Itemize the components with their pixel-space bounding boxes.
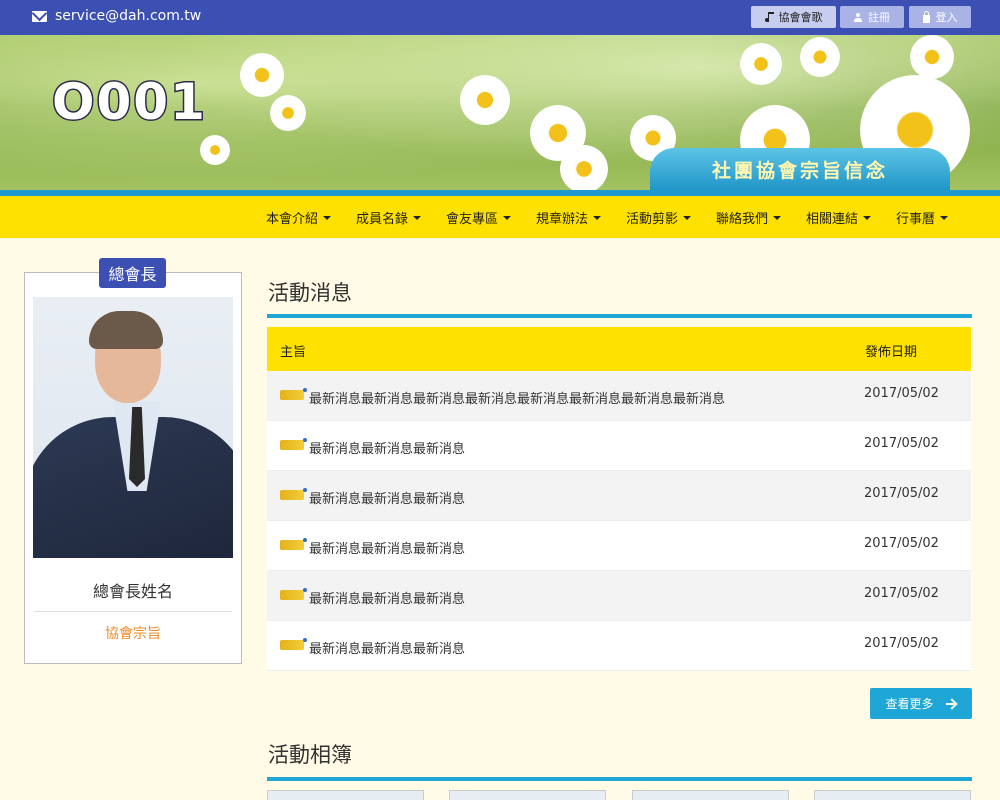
album-thumbnail[interactable] bbox=[449, 790, 606, 800]
caret-down-icon bbox=[773, 215, 782, 220]
news-date: 2017/05/02 bbox=[864, 586, 939, 601]
daisy-decoration bbox=[200, 135, 230, 165]
daisy-decoration bbox=[800, 37, 840, 77]
site-logo[interactable]: O001 bbox=[51, 72, 207, 133]
news-section-title: 活動消息 bbox=[268, 281, 352, 305]
news-subject[interactable]: 最新消息最新消息最新消息 bbox=[309, 438, 465, 457]
news-subject[interactable]: 最新消息最新消息最新消息 bbox=[309, 538, 465, 557]
caret-down-icon bbox=[503, 215, 512, 220]
envelope-icon bbox=[32, 10, 47, 22]
caret-down-icon bbox=[863, 215, 872, 220]
daisy-decoration bbox=[460, 75, 510, 125]
view-more-button[interactable]: 查看更多 bbox=[870, 688, 972, 719]
daisy-decoration bbox=[240, 53, 284, 97]
caret-down-icon bbox=[593, 215, 602, 220]
nav-item-contact[interactable]: 聯絡我們 bbox=[716, 208, 782, 227]
card-divider bbox=[34, 611, 232, 612]
email-text: service@dah.com.tw bbox=[55, 8, 202, 24]
album-thumbnail[interactable] bbox=[814, 790, 971, 800]
login-label: 登入 bbox=[935, 11, 958, 24]
col-date-header: 發佈日期 bbox=[865, 345, 918, 360]
nav-item-about[interactable]: 本會介紹 bbox=[266, 208, 332, 227]
album-title-underline bbox=[267, 777, 972, 781]
table-row[interactable]: 最新消息最新消息最新消息 2017/05/02 bbox=[267, 621, 971, 671]
dah-logo-icon bbox=[280, 438, 307, 450]
top-bar: service@dah.com.tw 協會會歌 註冊 登入 bbox=[0, 0, 1000, 35]
dah-logo-icon bbox=[280, 538, 307, 550]
table-row[interactable]: 最新消息最新消息最新消息 2017/05/02 bbox=[267, 421, 971, 471]
music-note-icon bbox=[764, 12, 774, 22]
col-subject-header: 主旨 bbox=[280, 345, 307, 360]
dah-logo-icon bbox=[280, 638, 307, 650]
news-date: 2017/05/02 bbox=[864, 536, 939, 551]
login-button[interactable]: 登入 bbox=[909, 6, 971, 28]
news-table-header: 主旨 發佈日期 bbox=[267, 327, 971, 371]
nav-item-member-area[interactable]: 會友專區 bbox=[446, 208, 512, 227]
dah-logo-icon bbox=[280, 388, 307, 400]
album-section-title: 活動相簿 bbox=[268, 743, 352, 767]
email-link[interactable]: service@dah.com.tw bbox=[32, 8, 201, 24]
caret-down-icon bbox=[940, 215, 949, 220]
news-date: 2017/05/02 bbox=[864, 386, 939, 401]
view-more-label: 查看更多 bbox=[885, 697, 934, 711]
nav-label: 聯絡我們 bbox=[716, 212, 769, 227]
caret-down-icon bbox=[683, 215, 692, 220]
nav-label: 行事曆 bbox=[896, 212, 936, 227]
dah-logo-icon bbox=[280, 488, 307, 500]
nav-item-members[interactable]: 成員名錄 bbox=[356, 208, 422, 227]
daisy-decoration bbox=[910, 35, 954, 79]
president-photo bbox=[33, 297, 233, 558]
news-subject[interactable]: 最新消息最新消息最新消息 bbox=[309, 488, 465, 507]
table-row[interactable]: 最新消息最新消息最新消息 2017/05/02 bbox=[267, 571, 971, 621]
nav-label: 規章辦法 bbox=[536, 212, 589, 227]
lock-icon bbox=[922, 10, 930, 23]
anthem-label: 協會會歌 bbox=[778, 11, 823, 24]
president-name: 總會長姓名 bbox=[92, 582, 173, 601]
nav-label: 本會介紹 bbox=[266, 212, 319, 227]
anthem-button[interactable]: 協會會歌 bbox=[751, 6, 836, 28]
nav-item-gallery[interactable]: 活動剪影 bbox=[626, 208, 692, 227]
daisy-decoration bbox=[270, 95, 306, 131]
news-subject[interactable]: 最新消息最新消息最新消息最新消息最新消息最新消息最新消息最新消息 bbox=[309, 388, 725, 407]
news-date: 2017/05/02 bbox=[864, 486, 939, 501]
news-subject[interactable]: 最新消息最新消息最新消息 bbox=[309, 638, 465, 657]
daisy-decoration bbox=[740, 43, 782, 85]
table-row[interactable]: 最新消息最新消息最新消息最新消息最新消息最新消息最新消息最新消息 2017/05… bbox=[267, 371, 971, 421]
president-badge: 總會長 bbox=[99, 258, 166, 288]
photo-hair bbox=[89, 311, 163, 349]
nav-item-calendar[interactable]: 行事曆 bbox=[896, 208, 949, 227]
header-banner: O001 社團協會宗旨信念 bbox=[0, 35, 1000, 196]
purpose-link[interactable]: 協會宗旨 bbox=[24, 623, 242, 643]
main-nav: 本會介紹 成員名錄 會友專區 規章辦法 活動剪影 聯絡我們 相關連結 行事曆 bbox=[0, 196, 1000, 238]
caret-down-icon bbox=[413, 215, 422, 220]
news-date: 2017/05/02 bbox=[864, 636, 939, 651]
news-table: 主旨 發佈日期 最新消息最新消息最新消息最新消息最新消息最新消息最新消息最新消息… bbox=[267, 327, 971, 671]
nav-label: 相關連結 bbox=[806, 212, 859, 227]
nav-item-links[interactable]: 相關連結 bbox=[806, 208, 872, 227]
arrow-right-icon bbox=[945, 699, 957, 709]
nav-label: 活動剪影 bbox=[626, 212, 679, 227]
album-thumbnail[interactable] bbox=[267, 790, 424, 800]
album-thumbnail[interactable] bbox=[632, 790, 789, 800]
nav-item-rules[interactable]: 規章辦法 bbox=[536, 208, 602, 227]
dah-logo-icon bbox=[280, 588, 307, 600]
table-row[interactable]: 最新消息最新消息最新消息 2017/05/02 bbox=[267, 521, 971, 571]
motto-banner: 社團協會宗旨信念 bbox=[650, 148, 950, 190]
nav-label: 會友專區 bbox=[446, 212, 499, 227]
news-title-underline bbox=[267, 314, 972, 318]
news-subject[interactable]: 最新消息最新消息最新消息 bbox=[309, 588, 465, 607]
register-label: 註冊 bbox=[868, 11, 890, 24]
caret-down-icon bbox=[323, 215, 332, 220]
register-button[interactable]: 註冊 bbox=[840, 6, 904, 28]
nav-label: 成員名錄 bbox=[356, 212, 409, 227]
user-icon bbox=[854, 12, 862, 22]
daisy-decoration bbox=[560, 145, 608, 193]
news-date: 2017/05/02 bbox=[864, 436, 939, 451]
table-row[interactable]: 最新消息最新消息最新消息 2017/05/02 bbox=[267, 471, 971, 521]
